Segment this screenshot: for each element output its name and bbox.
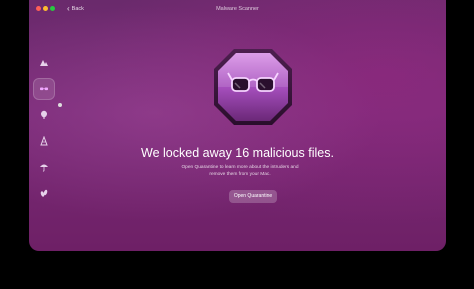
notification-dot <box>58 103 62 107</box>
sidebar-item-balloon[interactable] <box>33 104 55 126</box>
umbrella-icon <box>40 164 48 172</box>
result-description: Open Quarantine to learn more about the … <box>181 165 299 177</box>
sidebar-item-leaves[interactable] <box>33 182 55 204</box>
glasses-icon <box>40 87 48 91</box>
open-quarantine-button[interactable]: Open Quarantine <box>229 190 277 203</box>
smart-scan-icon <box>40 60 48 66</box>
result-headline: We locked away 16 malicious files. <box>141 146 334 160</box>
leaves-icon <box>40 189 48 197</box>
window-title: Malware Scanner <box>216 6 259 12</box>
app-window: ‹ Back Malware Scanner We locked away 16… <box>29 0 446 251</box>
balloon-icon <box>41 110 47 119</box>
sidebar-item-protection[interactable] <box>33 78 62 107</box>
sidebar-item-smart-scan[interactable] <box>33 52 55 74</box>
title-bar: ‹ Back Malware Scanner <box>29 0 446 18</box>
protection-badge-icon <box>214 49 292 125</box>
